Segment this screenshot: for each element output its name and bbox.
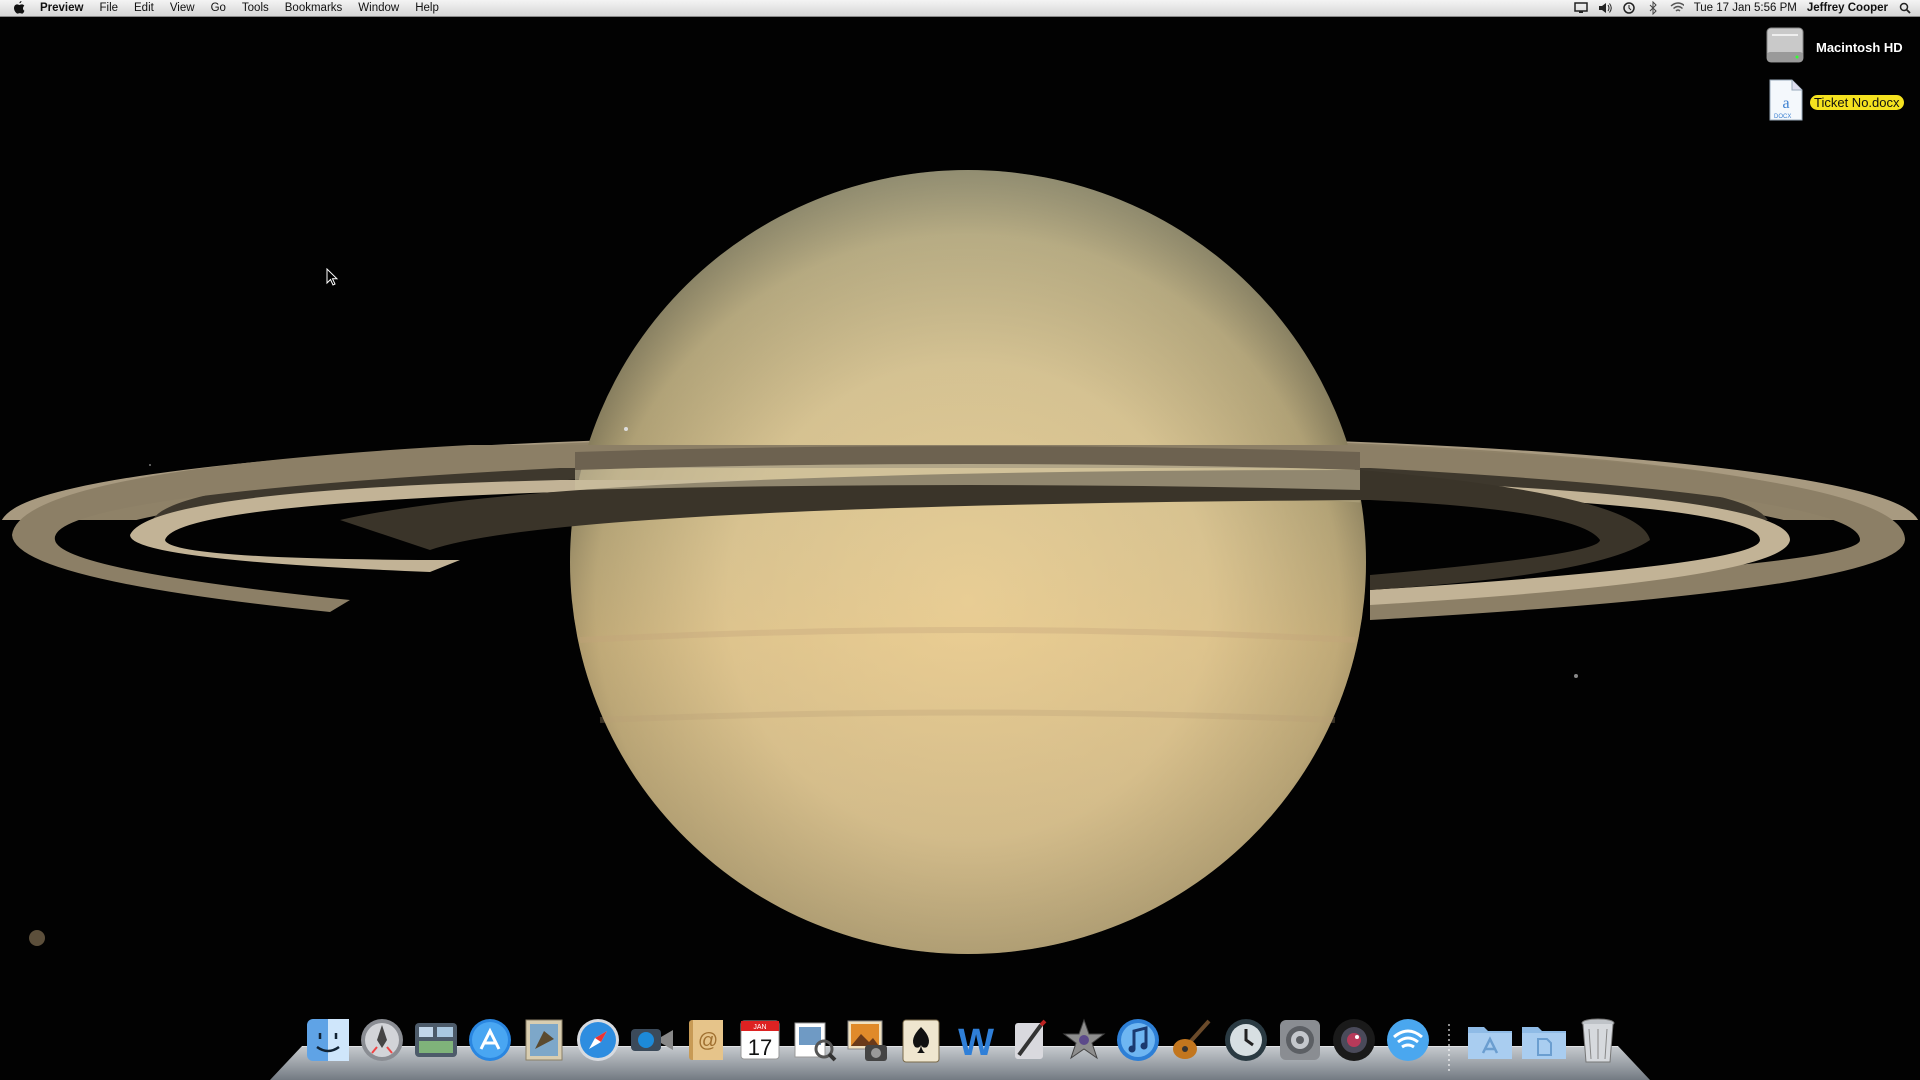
svg-text:a: a (1782, 95, 1789, 112)
display-icon[interactable] (1573, 1, 1588, 15)
imovie-icon[interactable] (1058, 1014, 1110, 1066)
volume-icon[interactable] (1598, 1, 1612, 15)
desktop-wallpaper (0, 0, 1920, 1080)
finder-icon[interactable] (302, 1014, 354, 1066)
desktop-icon-label-selected: Ticket No.docx (1810, 95, 1904, 110)
address-book-icon[interactable]: @ (680, 1014, 732, 1066)
ical-icon[interactable]: JAN 17 (734, 1014, 786, 1066)
bluetooth-icon[interactable] (1646, 1, 1660, 15)
wifi-icon[interactable] (1670, 1, 1684, 15)
time-machine-icon[interactable] (1622, 1, 1636, 15)
launchpad-icon[interactable] (356, 1014, 408, 1066)
airdrop-icon[interactable] (1382, 1014, 1434, 1066)
saturn-planet (570, 170, 1366, 954)
moon (29, 930, 45, 946)
safari-icon[interactable] (572, 1014, 624, 1066)
menu-edit[interactable]: Edit (126, 0, 162, 16)
garageband-icon[interactable] (1166, 1014, 1218, 1066)
mail-icon[interactable] (518, 1014, 570, 1066)
menubar-clock[interactable]: Tue 17 Jan 5:56 PM (1694, 2, 1797, 14)
menu-bar: Preview File Edit View Go Tools Bookmark… (0, 0, 1920, 17)
dock-separator (1436, 1014, 1464, 1074)
desktop-icon-macintosh-hd[interactable]: Macintosh HD (1764, 24, 1903, 71)
applications-folder-icon[interactable] (1464, 1014, 1516, 1066)
mission-control-icon[interactable] (410, 1014, 462, 1066)
hard-drive-icon (1764, 24, 1806, 71)
preview-icon[interactable] (788, 1014, 840, 1066)
facetime-icon[interactable] (626, 1014, 678, 1066)
photo-booth-icon[interactable] (1328, 1014, 1380, 1066)
documents-folder-icon[interactable] (1518, 1014, 1570, 1066)
itunes-icon[interactable] (1112, 1014, 1164, 1066)
desktop-icon-label: Macintosh HD (1816, 40, 1903, 55)
trash-icon[interactable] (1572, 1014, 1624, 1066)
word-icon[interactable]: W (950, 1014, 1002, 1066)
menu-tools[interactable]: Tools (234, 0, 277, 16)
menu-app-name[interactable]: Preview (32, 0, 91, 16)
user-name-menu[interactable]: Jeffrey Cooper (1807, 2, 1888, 14)
svg-text:DOCX: DOCX (1774, 114, 1791, 120)
svg-text:W: W (958, 1022, 994, 1063)
solitaire-icon[interactable] (896, 1014, 948, 1066)
mouse-pointer-icon (326, 268, 338, 286)
docx-file-icon: a DOCX (1764, 78, 1806, 127)
ical-month-label: JAN (753, 1024, 766, 1031)
menu-bookmarks[interactable]: Bookmarks (277, 0, 351, 16)
ical-date-label: 17 (748, 1035, 772, 1060)
iphoto-icon[interactable] (842, 1014, 894, 1066)
desktop-icon-ticket-docx[interactable]: a DOCX Ticket No.docx (1764, 78, 1904, 127)
system-preferences-icon[interactable] (1274, 1014, 1326, 1066)
menu-file[interactable]: File (91, 0, 126, 16)
apple-icon[interactable] (12, 1, 26, 15)
dock: @ JAN 17 W (270, 1012, 1650, 1080)
menu-view[interactable]: View (162, 0, 203, 16)
script-editor-icon[interactable] (1004, 1014, 1056, 1066)
menu-help[interactable]: Help (407, 0, 447, 16)
menu-go[interactable]: Go (203, 0, 234, 16)
menu-window[interactable]: Window (350, 0, 407, 16)
app-store-icon[interactable] (464, 1014, 516, 1066)
svg-text:@: @ (698, 1030, 718, 1052)
spotlight-icon[interactable] (1898, 1, 1912, 15)
time-machine-icon[interactable] (1220, 1014, 1272, 1066)
